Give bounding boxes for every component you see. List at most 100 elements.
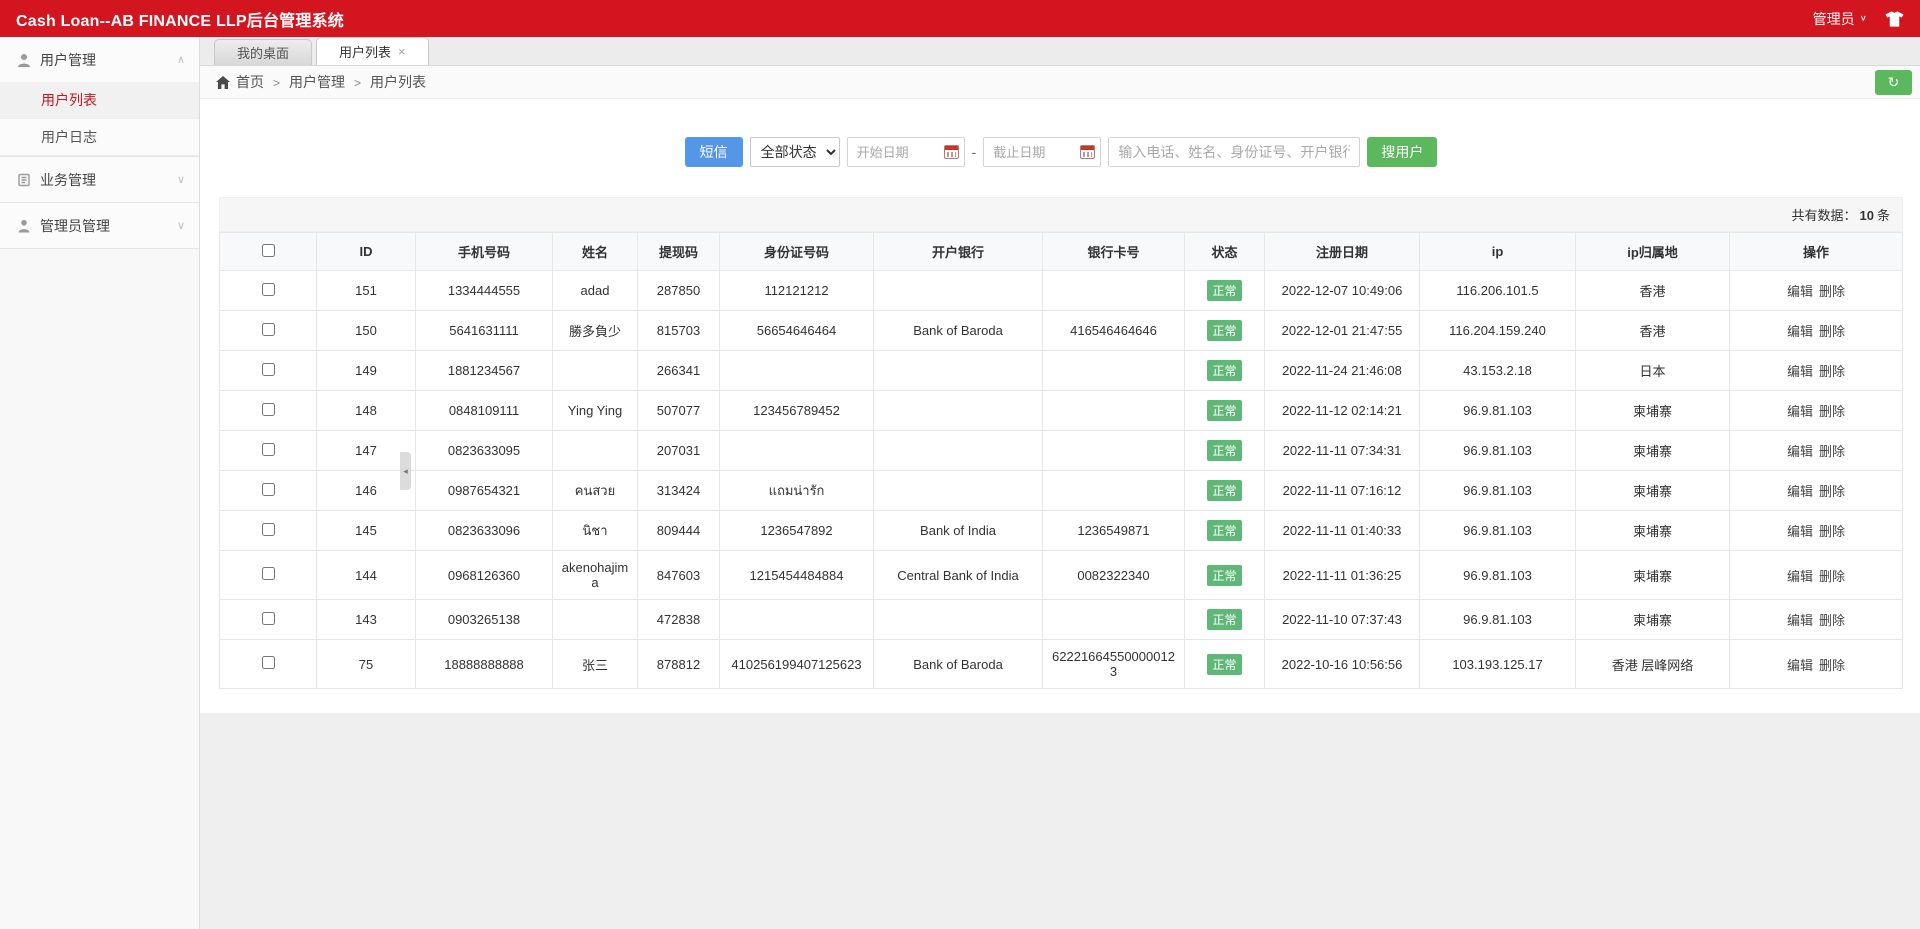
status-select[interactable]: 全部状态 <box>750 137 840 167</box>
cell-id_card <box>720 600 874 640</box>
cell-date: 2022-12-01 21:47:55 <box>1265 311 1420 351</box>
cell-code: 266341 <box>638 351 720 391</box>
cell-ip-location: 香港 <box>1576 271 1730 311</box>
row-checkbox[interactable] <box>262 483 275 496</box>
row-checkbox[interactable] <box>262 323 275 336</box>
cell-card <box>1043 271 1185 311</box>
cell-ip-location: 柬埔寨 <box>1576 391 1730 431</box>
cell-status: 正常 <box>1185 431 1265 471</box>
cell-card <box>1043 600 1185 640</box>
row-checkbox[interactable] <box>262 403 275 416</box>
row-checkbox[interactable] <box>262 443 275 456</box>
tab-用户列表[interactable]: 用户列表× <box>316 37 429 65</box>
edit-link[interactable]: 编辑 <box>1787 284 1813 299</box>
cell-bank <box>874 471 1043 511</box>
cell-card <box>1043 471 1185 511</box>
cell-id: 149 <box>317 351 416 391</box>
table-header-row: ID手机号码姓名提现码身份证号码开户银行银行卡号状态注册日期ipip归属地操作 <box>220 233 1903 271</box>
delete-link[interactable]: 删除 <box>1819 364 1845 379</box>
sidebar-group-2[interactable]: 管理员管理∨ <box>0 203 199 248</box>
cell-ip-location: 柬埔寨 <box>1576 600 1730 640</box>
delete-link[interactable]: 删除 <box>1819 524 1845 539</box>
sidebar-group-0[interactable]: 用户管理∧ <box>0 37 199 82</box>
sms-button[interactable]: 短信 <box>685 137 743 167</box>
breadcrumb-item-用户列表[interactable]: 用户列表 <box>370 74 426 90</box>
cell-status: 正常 <box>1185 271 1265 311</box>
cell-id: 148 <box>317 391 416 431</box>
breadcrumb-item-首页[interactable]: 首页 <box>236 74 264 90</box>
cell-id: 151 <box>317 271 416 311</box>
edit-link[interactable]: 编辑 <box>1787 444 1813 459</box>
table-row: 1450823633096นิชา8094441236547892Bank of… <box>220 511 1903 551</box>
row-checkbox[interactable] <box>262 363 275 376</box>
calendar-icon[interactable] <box>1080 145 1095 159</box>
cell-status: 正常 <box>1185 511 1265 551</box>
delete-link[interactable]: 删除 <box>1819 613 1845 628</box>
tab-label: 我的桌面 <box>237 43 289 62</box>
cell-bank <box>874 391 1043 431</box>
close-icon[interactable]: × <box>398 45 406 58</box>
row-checkbox-cell <box>220 471 317 511</box>
delete-link[interactable]: 删除 <box>1819 404 1845 419</box>
column-header-ip: ip <box>1420 233 1576 271</box>
search-user-button[interactable]: 搜用户 <box>1367 137 1437 167</box>
theme-shirt-icon[interactable] <box>1885 11 1904 27</box>
cell-name: adad <box>553 271 638 311</box>
sidebar-collapse-handle[interactable]: ◂ <box>400 452 411 490</box>
cell-date: 2022-12-07 10:49:06 <box>1265 271 1420 311</box>
edit-link[interactable]: 编辑 <box>1787 613 1813 628</box>
sidebar-item-用户列表[interactable]: 用户列表 <box>0 82 199 119</box>
chevron-down-icon: ∨ <box>177 219 185 232</box>
column-header-姓名: 姓名 <box>553 233 638 271</box>
filter-row: 短信 全部状态 - 搜用户 <box>219 137 1903 167</box>
edit-link[interactable]: 编辑 <box>1787 658 1813 673</box>
refresh-button[interactable]: ↻ <box>1875 70 1912 95</box>
delete-link[interactable]: 删除 <box>1819 569 1845 584</box>
status-badge: 正常 <box>1207 565 1241 586</box>
edit-link[interactable]: 编辑 <box>1787 364 1813 379</box>
cell-id: 150 <box>317 311 416 351</box>
cell-code: 815703 <box>638 311 720 351</box>
cell-actions: 编辑删除 <box>1730 351 1903 391</box>
sidebar-item-用户日志[interactable]: 用户日志 <box>0 119 199 156</box>
cell-status: 正常 <box>1185 551 1265 600</box>
chevron-down-icon: ∨ <box>177 173 185 186</box>
cell-id_card <box>720 431 874 471</box>
delete-link[interactable]: 删除 <box>1819 444 1845 459</box>
delete-link[interactable]: 删除 <box>1819 324 1845 339</box>
delete-link[interactable]: 删除 <box>1819 284 1845 299</box>
cell-ip: 116.206.101.5 <box>1420 271 1576 311</box>
row-checkbox[interactable] <box>262 283 275 296</box>
edit-link[interactable]: 编辑 <box>1787 524 1813 539</box>
cell-phone: 1881234567 <box>416 351 553 391</box>
cell-actions: 编辑删除 <box>1730 431 1903 471</box>
status-badge: 正常 <box>1207 480 1241 501</box>
delete-link[interactable]: 删除 <box>1819 658 1845 673</box>
search-input[interactable] <box>1108 137 1360 167</box>
edit-link[interactable]: 编辑 <box>1787 404 1813 419</box>
row-checkbox-cell <box>220 271 317 311</box>
table-row: 1440968126360akenohajima8476031215454484… <box>220 551 1903 600</box>
cell-id: 144 <box>317 551 416 600</box>
status-badge: 正常 <box>1207 609 1241 630</box>
cell-status: 正常 <box>1185 391 1265 431</box>
tab-我的桌面[interactable]: 我的桌面 <box>214 39 312 65</box>
cell-phone: 0823633095 <box>416 431 553 471</box>
breadcrumb-item-用户管理[interactable]: 用户管理 <box>289 74 345 90</box>
row-checkbox[interactable] <box>262 656 275 669</box>
calendar-icon[interactable] <box>944 145 959 159</box>
select-all-checkbox[interactable] <box>262 244 275 257</box>
admin-user-menu[interactable]: 管理员 ∨ <box>1813 9 1867 29</box>
edit-link[interactable]: 编辑 <box>1787 324 1813 339</box>
cell-name <box>553 600 638 640</box>
row-checkbox[interactable] <box>262 612 275 625</box>
row-checkbox-cell <box>220 311 317 351</box>
cell-bank <box>874 271 1043 311</box>
row-checkbox[interactable] <box>262 523 275 536</box>
edit-link[interactable]: 编辑 <box>1787 484 1813 499</box>
cell-code: 207031 <box>638 431 720 471</box>
row-checkbox[interactable] <box>262 567 275 580</box>
edit-link[interactable]: 编辑 <box>1787 569 1813 584</box>
sidebar-group-1[interactable]: 业务管理∨ <box>0 157 199 202</box>
delete-link[interactable]: 删除 <box>1819 484 1845 499</box>
